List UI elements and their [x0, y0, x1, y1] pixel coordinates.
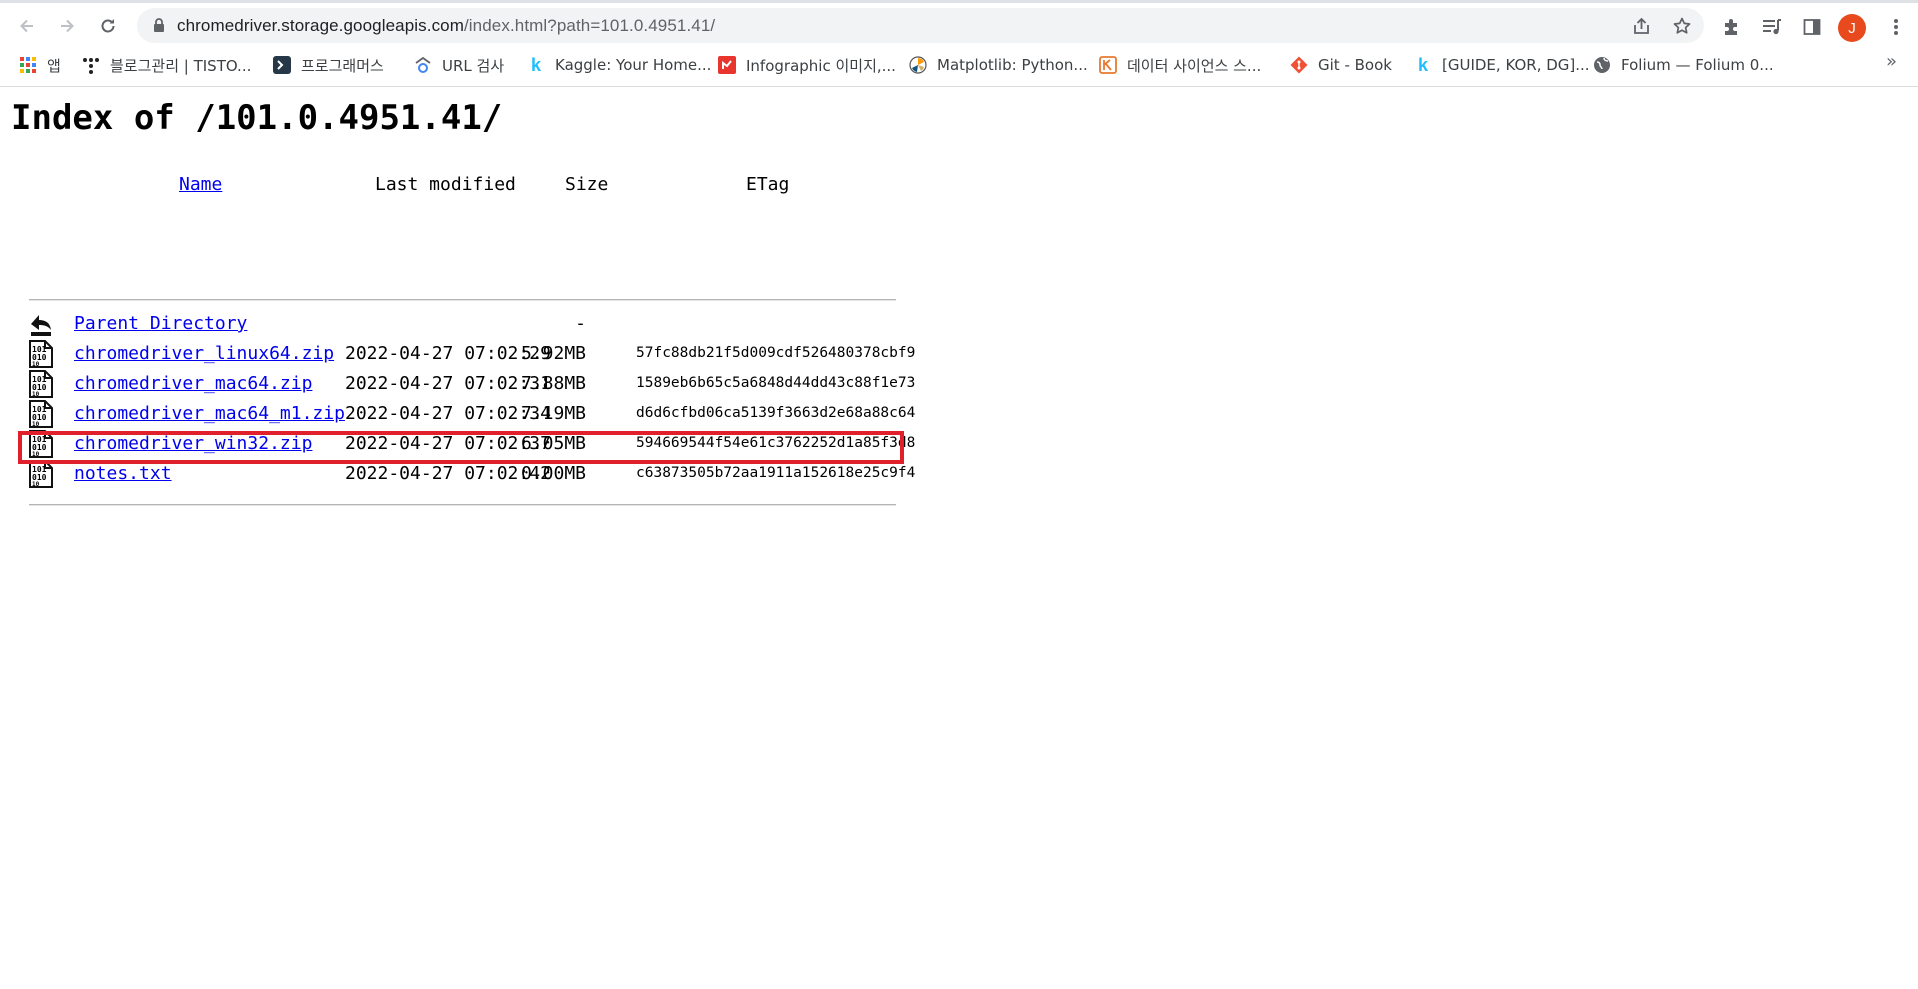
bookmark-data-science[interactable]: 데이터 사이언스 스... — [1099, 49, 1261, 81]
side-panel-icon — [1803, 19, 1821, 35]
programmers-icon — [273, 56, 291, 74]
share-button[interactable] — [1631, 15, 1653, 37]
tistory-icon — [82, 56, 100, 74]
globe-icon — [1593, 56, 1611, 74]
bookmark-label: URL 검사 — [442, 56, 505, 75]
bookmark-label: 블로그관리 | TISTO... — [110, 56, 252, 75]
bookmark-apps[interactable]: 앱 — [19, 49, 61, 81]
side-panel-button[interactable] — [1800, 15, 1824, 39]
lock-icon — [154, 18, 164, 32]
back-button[interactable] — [13, 12, 41, 40]
git-icon — [1290, 56, 1308, 74]
table-row: 101 010 10 chromedriver_linux64.zip 2022-0… — [29, 340, 929, 370]
reload-button[interactable] — [94, 12, 122, 40]
bookmark-label: [GUIDE, KOR, DG]... — [1442, 56, 1590, 74]
file-link[interactable]: chromedriver_mac64.zip — [74, 373, 312, 394]
bookmarks-overflow-button[interactable]: » — [1886, 51, 1897, 72]
puzzle-icon — [1725, 19, 1737, 35]
bookmark-label: Kaggle: Your Home... — [555, 56, 712, 74]
bookmark-git-book[interactable]: Git - Book — [1290, 49, 1392, 81]
bookmark-infographic[interactable]: Infographic 이미지,... — [718, 49, 896, 81]
bookmark-label: Folium — Folium 0... — [1621, 56, 1774, 74]
footer-divider — [29, 504, 896, 506]
matplotlib-icon — [909, 56, 927, 74]
binary-file-icon: 10101010 — [29, 460, 53, 488]
svg-text:10: 10 — [32, 421, 40, 428]
file-link[interactable]: chromedriver_mac64_m1.zip — [74, 403, 345, 424]
table-row: 101 010 10 notes.txt 2022-04-27 07:02:42 0… — [29, 460, 929, 490]
kaggle-icon: k — [1417, 54, 1428, 75]
page-title: Index of /101.0.4951.41/ — [11, 98, 503, 138]
bookmark-guide-kor[interactable]: k [GUIDE, KOR, DG]... — [1414, 49, 1590, 81]
parent-directory-link[interactable]: Parent Directory — [74, 313, 247, 334]
url-host: chromedriver.storage.googleapis.com — [177, 16, 464, 35]
size-cell: 7.19MB — [520, 403, 586, 424]
size-cell: - — [575, 313, 586, 334]
bookmark-tistory[interactable]: 블로그관리 | TISTO... — [82, 49, 251, 81]
arrow-left-icon — [20, 19, 33, 33]
apps-grid-icon — [19, 56, 37, 74]
media-control-button[interactable] — [1760, 15, 1784, 39]
etag-cell: 57fc88db21f5d009cdf526480378cbf9 — [636, 345, 916, 361]
share-icon — [1634, 17, 1649, 34]
reload-icon — [101, 19, 115, 33]
table-row: 101 010 10 chromedriver_mac64.zip 2022-04-… — [29, 370, 929, 400]
file-link[interactable]: chromedriver_linux64.zip — [74, 343, 334, 364]
header-divider — [29, 299, 896, 301]
size-cell: 0.00MB — [520, 463, 586, 484]
table-row: Parent Directory - — [29, 310, 929, 340]
infographic-icon — [718, 56, 736, 74]
column-header-name: Name — [179, 174, 222, 195]
binary-file-icon: 10101010 — [29, 340, 53, 368]
bookmark-label: 데이터 사이언스 스... — [1127, 56, 1262, 75]
size-cell: 7.88MB — [520, 373, 586, 394]
data-science-icon — [1099, 56, 1117, 74]
bookmark-star-button[interactable] — [1671, 15, 1693, 37]
bookmark-label: 앱 — [47, 56, 61, 75]
url-check-icon — [414, 56, 432, 74]
column-header-size: Size — [565, 174, 609, 195]
forward-button[interactable] — [53, 12, 81, 40]
bookmark-kaggle[interactable]: k Kaggle: Your Home... — [527, 49, 711, 81]
bookmark-folium[interactable]: Folium — Folium 0... — [1593, 49, 1774, 81]
extensions-button[interactable] — [1720, 15, 1744, 39]
binary-file-icon: 10101010 — [29, 370, 53, 398]
table-row: 101 010 10 chromedriver_mac64_m1.zip 2022-… — [29, 400, 929, 430]
profile-avatar[interactable]: J — [1838, 14, 1866, 42]
file-link[interactable]: notes.txt — [74, 463, 172, 484]
url-path: /index.html?path=101.0.4951.41/ — [463, 16, 716, 35]
etag-cell: 1589eb6b65c5a6848d44dd43c88f1e73 — [636, 375, 916, 391]
bookmark-label: Infographic 이미지,... — [746, 56, 896, 75]
bookmark-programmers[interactable]: 프로그래머스 — [273, 49, 384, 81]
svg-text:10: 10 — [32, 391, 40, 398]
chrome-menu-button[interactable] — [1884, 15, 1908, 39]
svg-text:10: 10 — [32, 481, 40, 488]
bookmark-label: Git - Book — [1318, 56, 1392, 74]
etag-cell: d6d6cfbd06ca5139f3663d2e68a88c64 — [636, 405, 916, 421]
browser-toolbar: chromedriver.storage.googleapis.com/inde… — [0, 0, 1918, 49]
etag-cell: c63873505b72aa1911a152618e25c9f4 — [636, 465, 916, 481]
highlight-box — [18, 431, 904, 464]
bookmark-matplotlib[interactable]: Matplotlib: Python... — [909, 49, 1088, 81]
address-bar[interactable]: chromedriver.storage.googleapis.com/inde… — [137, 8, 1704, 43]
sort-by-name-link[interactable]: Name — [179, 174, 222, 195]
kebab-menu-icon — [1894, 19, 1898, 35]
column-header-modified: Last modified — [375, 174, 516, 195]
bookmark-label: Matplotlib: Python... — [937, 56, 1088, 74]
back-folder-icon — [31, 315, 51, 336]
column-header-etag: ETag — [746, 174, 790, 195]
size-cell: 5.92MB — [520, 343, 586, 364]
star-icon — [1673, 17, 1691, 34]
url-text: chromedriver.storage.googleapis.com/inde… — [177, 16, 715, 36]
svg-text:10: 10 — [32, 361, 40, 368]
kaggle-icon: k — [530, 54, 541, 75]
binary-file-icon: 10101010 — [29, 400, 53, 428]
playlist-icon — [1763, 19, 1781, 35]
arrow-right-icon — [61, 19, 74, 33]
bookmark-label: 프로그래머스 — [301, 56, 384, 75]
bookmark-url-check[interactable]: URL 검사 — [414, 49, 504, 81]
bookmarks-bar: 앱 블로그관리 | TISTO... 프로그래머스 URL 검사 k Kaggl… — [0, 49, 1918, 87]
